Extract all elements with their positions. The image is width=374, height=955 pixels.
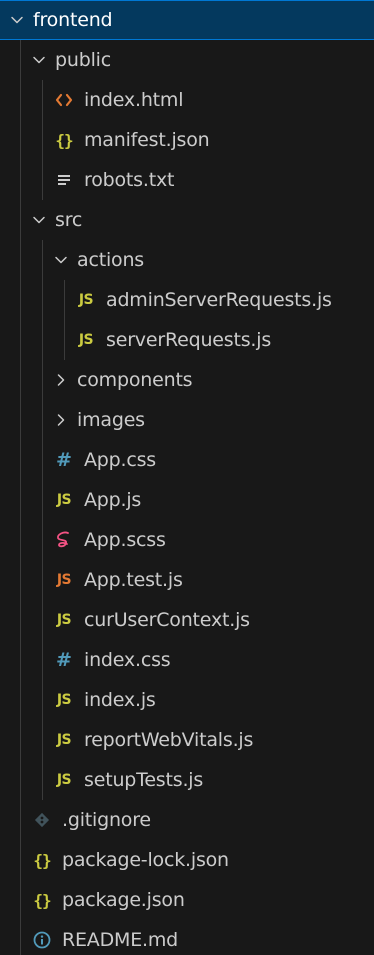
js-icon: JS bbox=[56, 692, 72, 708]
js-test-icon: JS bbox=[56, 572, 72, 588]
folder-item-components[interactable]: components bbox=[0, 360, 374, 400]
folder-item-images[interactable]: images bbox=[0, 400, 374, 440]
chevron-right-icon[interactable] bbox=[52, 408, 70, 432]
item-label: actions bbox=[77, 249, 144, 271]
js-icon: JS bbox=[56, 732, 72, 748]
chevron-down-icon[interactable] bbox=[8, 8, 26, 32]
item-label: index.css bbox=[84, 649, 171, 671]
js-icon: JS bbox=[78, 332, 94, 348]
item-label: components bbox=[77, 369, 193, 391]
item-label: .gitignore bbox=[62, 809, 151, 831]
file-item-package-json[interactable]: {} package.json bbox=[0, 880, 374, 920]
file-item-robots-txt[interactable]: robots.txt bbox=[0, 160, 374, 200]
item-label: index.js bbox=[84, 689, 156, 711]
file-item-app-css[interactable]: # App.css bbox=[0, 440, 374, 480]
chevron-down-icon[interactable] bbox=[52, 248, 70, 272]
item-label: frontend bbox=[33, 9, 113, 31]
file-item-gitignore[interactable]: .gitignore bbox=[0, 800, 374, 840]
folder-item-src[interactable]: src bbox=[0, 200, 374, 240]
json-icon: {} bbox=[33, 890, 51, 910]
file-item-app-js[interactable]: JS App.js bbox=[0, 480, 374, 520]
item-label: App.scss bbox=[84, 529, 166, 551]
js-icon: JS bbox=[56, 492, 72, 508]
item-label: manifest.json bbox=[84, 129, 210, 151]
json-icon: {} bbox=[33, 850, 51, 870]
file-explorer: frontend public index.html {} manifest.json r… bbox=[0, 0, 374, 955]
file-item-curusercontext-js[interactable]: JS curUserContext.js bbox=[0, 600, 374, 640]
js-icon: JS bbox=[56, 612, 72, 628]
sass-icon bbox=[52, 528, 76, 552]
json-icon: {} bbox=[55, 130, 73, 150]
item-label: setupTests.js bbox=[84, 769, 204, 791]
folder-item-frontend[interactable]: frontend bbox=[0, 0, 374, 40]
item-label: src bbox=[55, 209, 83, 231]
file-item-reportwebvitals-js[interactable]: JS reportWebVitals.js bbox=[0, 720, 374, 760]
file-item-index-js[interactable]: JS index.js bbox=[0, 680, 374, 720]
item-label: public bbox=[55, 49, 111, 71]
git-icon bbox=[30, 808, 54, 832]
item-label: README.md bbox=[62, 929, 179, 951]
css-icon: # bbox=[56, 449, 72, 471]
chevron-down-icon[interactable] bbox=[30, 48, 48, 72]
item-label: App.css bbox=[84, 449, 157, 471]
item-label: reportWebVitals.js bbox=[84, 729, 254, 751]
text-file-icon bbox=[52, 168, 76, 192]
file-item-readme-md[interactable]: README.md bbox=[0, 920, 374, 955]
chevron-down-icon[interactable] bbox=[30, 208, 48, 232]
item-label: adminServerRequests.js bbox=[106, 289, 332, 311]
html-icon bbox=[52, 88, 76, 112]
item-label: images bbox=[77, 409, 145, 431]
file-item-package-lock-json[interactable]: {} package-lock.json bbox=[0, 840, 374, 880]
file-item-serverrequests-js[interactable]: JS serverRequests.js bbox=[0, 320, 374, 360]
folder-item-public[interactable]: public bbox=[0, 40, 374, 80]
file-item-setuptests-js[interactable]: JS setupTests.js bbox=[0, 760, 374, 800]
item-label: serverRequests.js bbox=[106, 329, 272, 351]
chevron-right-icon[interactable] bbox=[52, 368, 70, 392]
folder-item-actions[interactable]: actions bbox=[0, 240, 374, 280]
file-item-manifest-json[interactable]: {} manifest.json bbox=[0, 120, 374, 160]
file-item-adminserverrequests-js[interactable]: JS adminServerRequests.js bbox=[0, 280, 374, 320]
item-label: App.test.js bbox=[84, 569, 183, 591]
item-label: curUserContext.js bbox=[84, 609, 250, 631]
css-icon: # bbox=[56, 649, 72, 671]
info-icon bbox=[30, 928, 54, 952]
file-item-index-html[interactable]: index.html bbox=[0, 80, 374, 120]
item-label: index.html bbox=[84, 89, 184, 111]
item-label: App.js bbox=[84, 489, 142, 511]
item-label: package-lock.json bbox=[62, 849, 229, 871]
js-icon: JS bbox=[56, 772, 72, 788]
item-label: robots.txt bbox=[84, 169, 175, 191]
file-item-app-scss[interactable]: App.scss bbox=[0, 520, 374, 560]
item-label: package.json bbox=[62, 889, 185, 911]
file-item-index-css[interactable]: # index.css bbox=[0, 640, 374, 680]
js-icon: JS bbox=[78, 292, 94, 308]
file-item-app-test-js[interactable]: JS App.test.js bbox=[0, 560, 374, 600]
